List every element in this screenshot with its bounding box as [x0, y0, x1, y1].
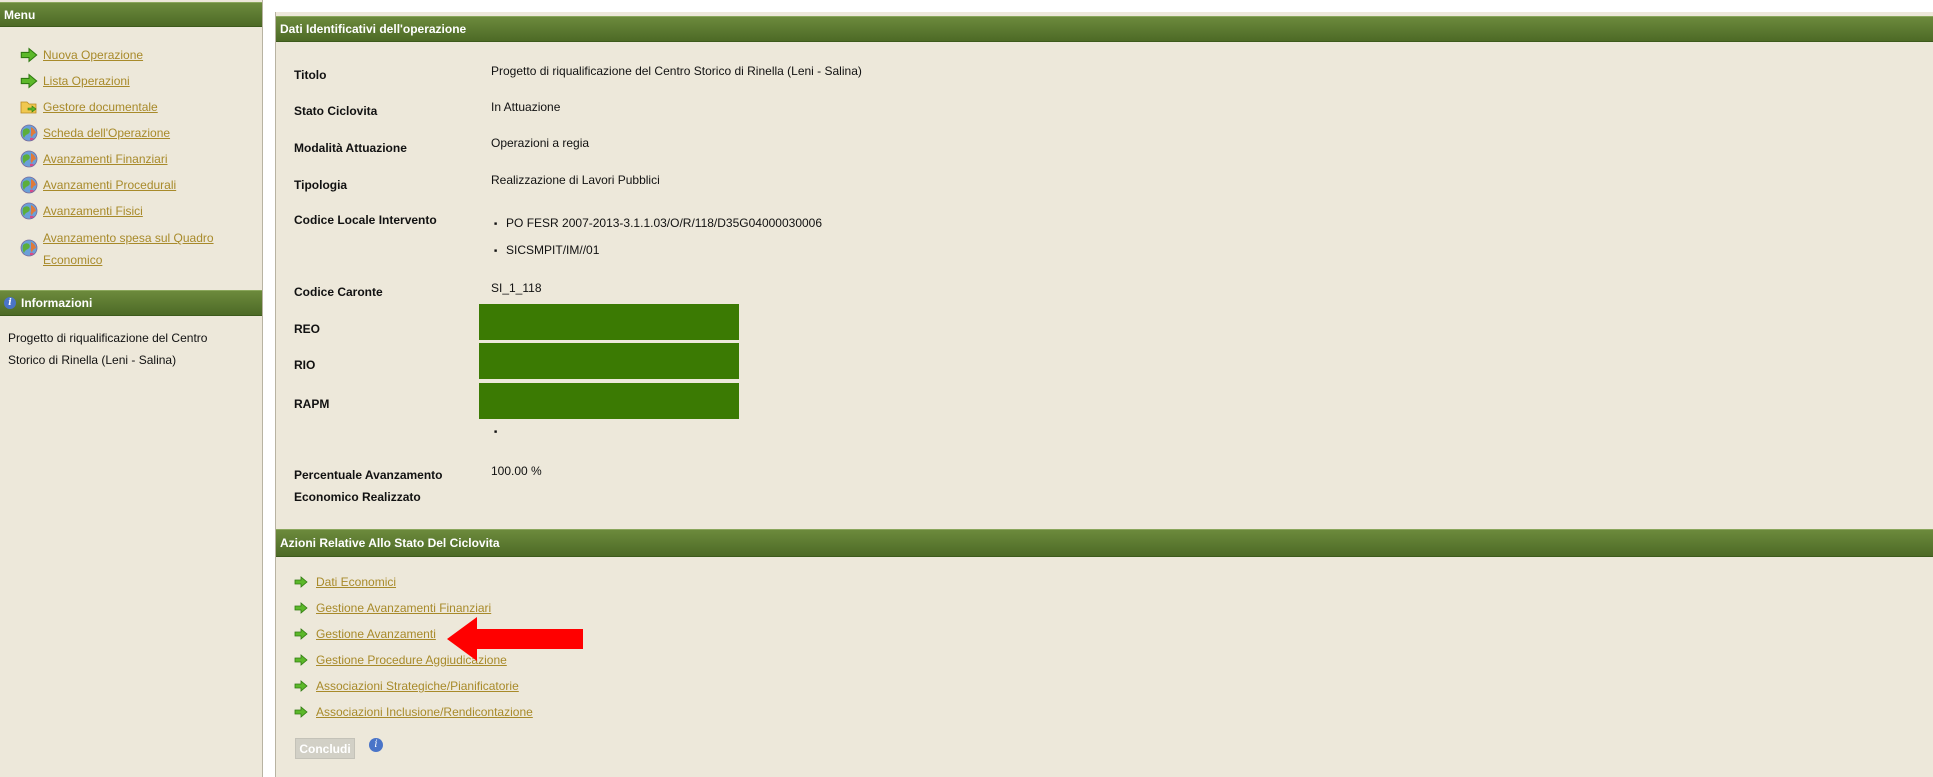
informazioni-title: Informazioni: [21, 296, 93, 310]
action-link-associazioni-strategiche[interactable]: Associazioni Strategiche/Pianificatorie: [316, 675, 519, 697]
globe-icon: [20, 124, 38, 142]
rio-redacted-value: [479, 343, 739, 379]
action-gestione-avanzamenti[interactable]: Gestione Avanzamenti: [294, 623, 436, 645]
rio-label: RIO: [294, 358, 316, 372]
action-link-gestione-avanzamenti-finanziari[interactable]: Gestione Avanzamenti Finanziari: [316, 597, 491, 619]
menu-header: Menu: [0, 2, 262, 27]
globe-icon: [20, 202, 38, 220]
menu-item-scheda-operazione[interactable]: Scheda dell'Operazione: [20, 122, 170, 144]
action-dati-economici[interactable]: Dati Economici: [294, 571, 396, 593]
menu-link-lista-operazioni[interactable]: Lista Operazioni: [43, 70, 130, 92]
menu-link-avanzamento-spesa[interactable]: Avanzamento spesa sul Quadro Economico: [43, 227, 214, 271]
green-arrow-icon: [294, 601, 308, 615]
azioni-title: Azioni Relative Allo Stato Del Ciclovita: [280, 536, 500, 550]
green-arrow-icon: [20, 46, 38, 64]
green-arrow-icon: [294, 705, 308, 719]
menu-link-scheda-operazione[interactable]: Scheda dell'Operazione: [43, 122, 170, 144]
globe-icon: [20, 239, 38, 257]
action-associazioni-inclusione[interactable]: Associazioni Inclusione/Rendicontazione: [294, 701, 533, 723]
menu-item-avanzamenti-finanziari[interactable]: Avanzamenti Finanziari: [20, 148, 168, 170]
reo-redacted-value: [479, 304, 739, 340]
action-link-associazioni-inclusione[interactable]: Associazioni Inclusione/Rendicontazione: [316, 701, 533, 723]
titolo-value: Progetto di riqualificazione del Centro …: [491, 64, 862, 78]
action-gestione-avanzamenti-finanziari[interactable]: Gestione Avanzamenti Finanziari: [294, 597, 491, 619]
codice-caronte-label: Codice Caronte: [294, 285, 383, 299]
stato-ciclovita-label: Stato Ciclovita: [294, 104, 378, 118]
sidebar: Menu Nuova Operazione Lista Operazioni G…: [0, 0, 263, 777]
modalita-attuazione-label: Modalità Attuazione: [294, 141, 407, 155]
green-arrow-icon: [294, 679, 308, 693]
rapm-redacted-value: [479, 383, 739, 419]
titolo-label: Titolo: [294, 68, 327, 82]
menu-item-avanzamenti-procedurali[interactable]: Avanzamenti Procedurali: [20, 174, 176, 196]
green-arrow-icon: [294, 653, 308, 667]
folder-arrow-icon: [20, 98, 38, 116]
menu-title: Menu: [4, 7, 36, 22]
percentuale-label-line2: Economico Realizzato: [294, 490, 421, 504]
informazioni-text: Progetto di riqualificazione del Centro …: [8, 331, 208, 367]
green-arrow-icon: [20, 72, 38, 90]
codice-locale-value-2: SICSMPIT/IM//01: [494, 239, 599, 262]
info-icon[interactable]: i: [369, 738, 383, 752]
green-arrow-icon: [294, 627, 308, 641]
empty-bullet: [494, 420, 506, 443]
action-link-dati-economici[interactable]: Dati Economici: [316, 571, 396, 593]
menu-item-avanzamenti-fisici[interactable]: Avanzamenti Fisici: [20, 200, 143, 222]
menu-link-avanzamento-spesa-line2: Economico: [43, 253, 103, 267]
action-link-gestione-avanzamenti[interactable]: Gestione Avanzamenti: [316, 623, 436, 645]
azioni-header: Azioni Relative Allo Stato Del Ciclovita: [276, 529, 1933, 557]
percentuale-label-line1: Percentuale Avanzamento: [294, 468, 443, 482]
dati-identificativi-header: Dati Identificativi dell'operazione: [276, 16, 1933, 42]
modalita-attuazione-value: Operazioni a regia: [491, 136, 590, 150]
codice-locale-value-1: PO FESR 2007-2013-3.1.1.03/O/R/118/D35G0…: [494, 212, 822, 235]
tipologia-value: Realizzazione di Lavori Pubblici: [491, 173, 660, 187]
menu-link-avanzamenti-finanziari[interactable]: Avanzamenti Finanziari: [43, 148, 168, 170]
menu-link-avanzamenti-fisici[interactable]: Avanzamenti Fisici: [43, 200, 143, 222]
rapm-label: RAPM: [294, 397, 330, 411]
globe-icon: [20, 150, 38, 168]
concludi-button[interactable]: Concludi: [295, 738, 355, 759]
stato-ciclovita-value: In Attuazione: [491, 100, 561, 114]
menu-link-avanzamenti-procedurali[interactable]: Avanzamenti Procedurali: [43, 174, 176, 196]
codice-locale-label: Codice Locale Intervento: [294, 213, 437, 227]
globe-icon: [20, 176, 38, 194]
tipologia-label: Tipologia: [294, 178, 348, 192]
menu-link-avanzamento-spesa-line1: Avanzamento spesa sul Quadro: [43, 231, 214, 245]
menu-item-lista-operazioni[interactable]: Lista Operazioni: [20, 70, 130, 92]
green-arrow-icon: [294, 575, 308, 589]
action-associazioni-strategiche[interactable]: Associazioni Strategiche/Pianificatorie: [294, 675, 519, 697]
menu-link-nuova-operazione[interactable]: Nuova Operazione: [43, 44, 143, 66]
codice-caronte-value: SI_1_118: [491, 281, 542, 295]
menu-item-nuova-operazione[interactable]: Nuova Operazione: [20, 44, 143, 66]
percentuale-value: 100.00 %: [491, 464, 542, 478]
dati-identificativi-title: Dati Identificativi dell'operazione: [280, 22, 467, 36]
menu-item-gestore-documentale[interactable]: Gestore documentale: [20, 96, 158, 118]
menu-link-gestore-documentale[interactable]: Gestore documentale: [43, 96, 158, 118]
info-icon: i: [4, 297, 16, 309]
reo-label: REO: [294, 322, 321, 336]
menu-item-avanzamento-spesa[interactable]: Avanzamento spesa sul Quadro Economico: [20, 227, 214, 271]
main-content: Dati Identificativi dell'operazione Tito…: [275, 12, 1933, 777]
informazioni-header: i Informazioni: [0, 290, 262, 316]
red-arrow-annotation-icon: [447, 617, 583, 661]
